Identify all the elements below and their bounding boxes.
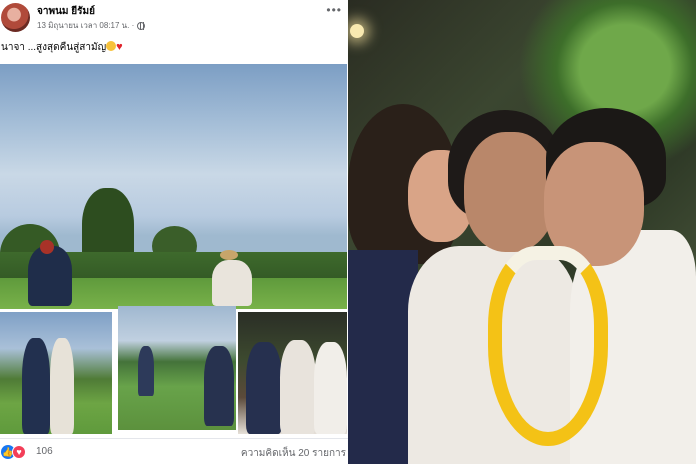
more-options-icon[interactable]: ••• — [326, 4, 342, 16]
person-figure — [314, 342, 347, 434]
heart-emoji-icon: ♥ — [116, 41, 123, 53]
person-figure — [246, 342, 282, 434]
post-photo-main[interactable] — [0, 64, 347, 309]
post-photo-thumb-2[interactable] — [118, 306, 236, 430]
laughing-emoji-icon — [106, 41, 117, 51]
lamp-light — [350, 24, 364, 38]
author-name[interactable]: จาพนม ยีรัมย์ — [37, 4, 95, 19]
person-figure — [212, 260, 252, 306]
post-caption: นาจา ...สูงสุดคืนสู่สามัญ ♥ — [1, 40, 123, 55]
person-figure — [138, 346, 154, 396]
mother-face — [464, 132, 556, 252]
love-reaction-icon: ♥ — [12, 445, 26, 459]
person-figure — [204, 346, 234, 426]
facebook-post: จาพนม ยีรัมย์ 13 มิถุนายน เวลา 08:17 น. … — [0, 0, 348, 464]
flower-garland — [488, 246, 608, 446]
caption-text: นาจา ...สูงสุดคืนสู่สามัญ — [1, 42, 107, 53]
reaction-count[interactable]: 106 — [36, 446, 53, 457]
hat — [220, 250, 238, 260]
post-photo-thumb-1[interactable] — [0, 312, 112, 434]
comments-count[interactable]: ความคิดเห็น 20 รายการ — [241, 446, 346, 461]
post-photo-thumb-3[interactable] — [238, 312, 347, 434]
post-meta: 13 มิถุนายน เวลา 08:17 น. · — [37, 19, 146, 32]
avatar[interactable] — [1, 3, 30, 32]
composite-image: จาพนม ยีรัมย์ 13 มิถุนายน เวลา 08:17 น. … — [0, 0, 696, 464]
reactions[interactable]: 👍 ♥ — [1, 445, 26, 459]
globe-icon — [137, 21, 146, 30]
person-figure — [22, 338, 50, 434]
person-figure — [50, 338, 74, 434]
person-figure — [280, 340, 316, 434]
person-figure — [28, 246, 72, 306]
person-head — [40, 240, 54, 254]
post-footer: 👍 ♥ 106 ความคิดเห็น 20 รายการ — [0, 438, 348, 464]
family-photo — [348, 0, 696, 464]
post-header: จาพนม ยีรัมย์ 13 มิถุนายน เวลา 08:17 น. … — [0, 0, 348, 36]
post-timestamp[interactable]: 13 มิถุนายน เวลา 08:17 น. · — [37, 19, 134, 32]
